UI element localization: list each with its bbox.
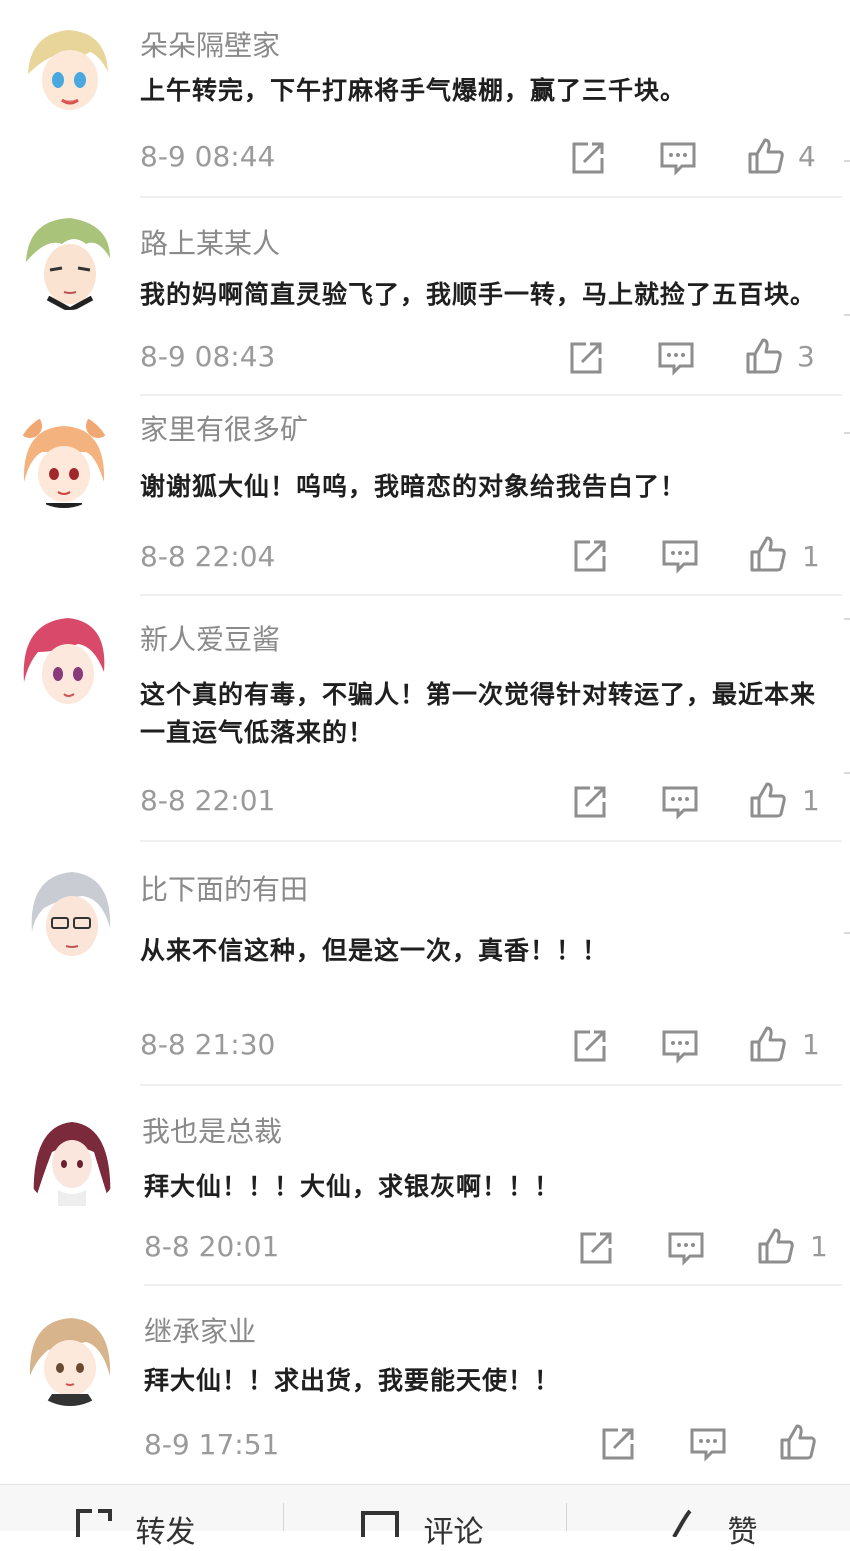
divider: [844, 618, 850, 620]
avatar[interactable]: [20, 214, 116, 310]
avatar[interactable]: [24, 1112, 120, 1208]
thumbs-up-icon: [672, 1509, 692, 1538]
comment-time: 8-9 17:51: [144, 1428, 280, 1461]
avatar[interactable]: [22, 1310, 118, 1406]
bottom-action-bar: 转发 评论 赞: [0, 1484, 850, 1550]
avatar[interactable]: [16, 612, 112, 708]
thumbs-up-icon[interactable]: [748, 780, 788, 820]
share-icon[interactable]: [570, 1026, 610, 1066]
like-button[interactable]: 赞: [668, 1507, 758, 1550]
comment-text: 上午转完，下午打麻将手气爆棚，赢了三千块。: [140, 76, 687, 105]
comment-text: 拜大仙！！！大仙，求银灰啊！！！: [144, 1172, 561, 1201]
forward-button[interactable]: 转发: [74, 1507, 196, 1550]
comment-icon[interactable]: [688, 1424, 728, 1464]
comment-text: 我的妈啊简直灵验飞了，我顺手一转，马上就捡了五百块。: [140, 280, 817, 309]
divider: [844, 932, 850, 934]
comment-icon[interactable]: [658, 138, 698, 178]
divider: [140, 196, 842, 198]
comment-icon[interactable]: [660, 1026, 700, 1066]
comment-time: 8-9 08:44: [140, 140, 276, 173]
comment-username[interactable]: 继承家业: [144, 1310, 256, 1350]
comment-time: 8-8 20:01: [144, 1230, 280, 1263]
comment-username[interactable]: 家里有很多矿: [140, 408, 308, 448]
share-icon: [76, 1509, 112, 1537]
share-icon[interactable]: [570, 782, 610, 822]
comment-username[interactable]: 比下面的有田: [140, 868, 308, 908]
like-count: 1: [802, 1028, 820, 1061]
comment-icon: [361, 1511, 399, 1537]
divider: [140, 840, 842, 842]
comment-username[interactable]: 路上某某人: [140, 222, 280, 262]
divider: [844, 314, 850, 316]
share-icon[interactable]: [568, 138, 608, 178]
share-icon[interactable]: [576, 1228, 616, 1268]
divider: [566, 1503, 567, 1531]
thumbs-up-icon[interactable]: [756, 1226, 796, 1266]
like-count: 1: [802, 540, 820, 573]
comment-username[interactable]: 朵朵隔壁家: [140, 24, 280, 64]
thumbs-up-icon[interactable]: [778, 1422, 818, 1462]
share-icon[interactable]: [570, 536, 610, 576]
avatar[interactable]: [20, 22, 116, 118]
comment-time: 8-8 22:04: [140, 540, 276, 573]
forward-label: 转发: [135, 1515, 196, 1550]
like-label: 赞: [727, 1515, 758, 1550]
comment-label: 评论: [423, 1515, 484, 1550]
comment-icon[interactable]: [660, 536, 700, 576]
comment-text: 谢谢狐大仙！呜呜，我暗恋的对象给我告白了！: [140, 472, 687, 501]
comment-time: 8-8 21:30: [140, 1028, 276, 1061]
divider: [140, 394, 842, 396]
divider: [140, 594, 842, 596]
like-count: 3: [797, 340, 815, 373]
divider: [844, 772, 850, 774]
divider: [844, 160, 850, 162]
comment-button[interactable]: 评论: [360, 1507, 484, 1550]
thumbs-up-icon[interactable]: [744, 336, 784, 376]
divider: [283, 1503, 284, 1531]
comment-icon[interactable]: [656, 338, 696, 378]
thumbs-up-icon[interactable]: [748, 1024, 788, 1064]
comment-icon[interactable]: [666, 1228, 706, 1268]
comment-time: 8-9 08:43: [140, 340, 276, 373]
comment-username[interactable]: 我也是总裁: [142, 1110, 282, 1150]
share-icon[interactable]: [598, 1424, 638, 1464]
comment-text: 从来不信这种，但是这一次，真香！！！: [140, 936, 609, 965]
divider: [140, 1084, 842, 1086]
comment-time: 8-8 22:01: [140, 784, 276, 817]
avatar[interactable]: [16, 412, 112, 508]
like-count: 4: [798, 140, 816, 173]
comment-text: 拜大仙！！求出货，我要能天使！！: [144, 1366, 561, 1395]
divider: [144, 1284, 842, 1286]
share-icon[interactable]: [566, 338, 606, 378]
like-count: 1: [802, 784, 820, 817]
like-count: 1: [810, 1230, 828, 1263]
thumbs-up-icon[interactable]: [748, 534, 788, 574]
comment-username[interactable]: 新人爱豆酱: [140, 618, 280, 658]
comment-icon[interactable]: [660, 782, 700, 822]
thumbs-up-icon[interactable]: [746, 136, 786, 176]
avatar[interactable]: [22, 866, 118, 962]
divider: [844, 432, 850, 434]
comment-text: 这个真的有毒，不骗人！第一次觉得针对转运了，最近本来一直运气低落来的！: [140, 680, 817, 747]
